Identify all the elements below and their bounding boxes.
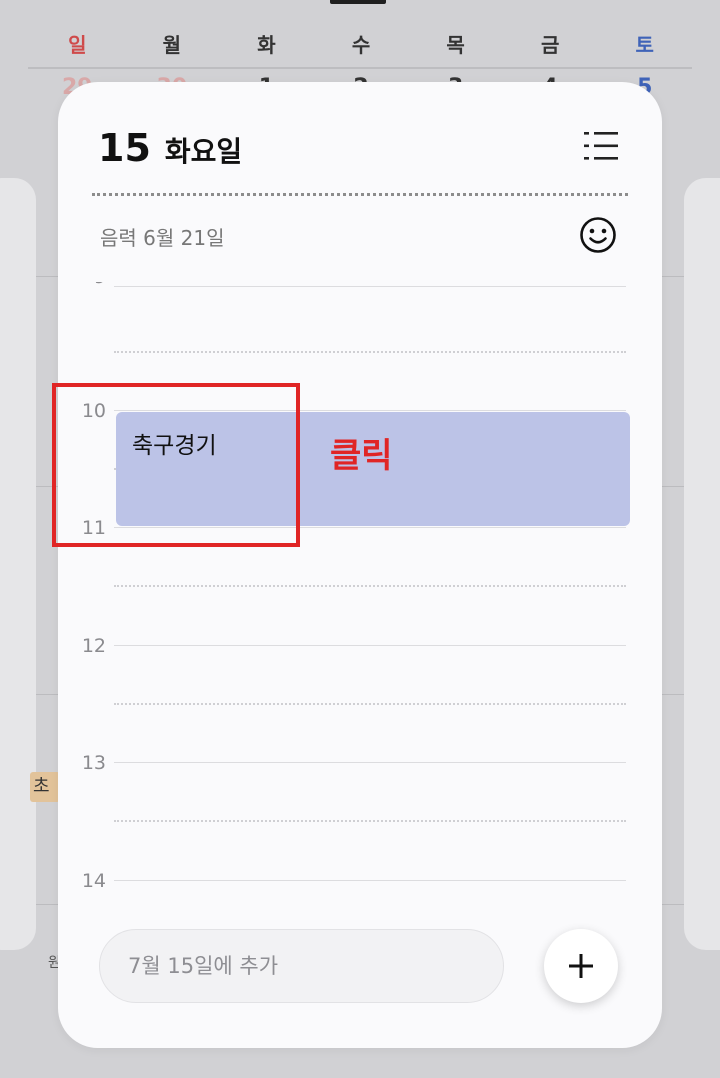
hour-line [114, 880, 626, 881]
date-number: 15 [98, 126, 151, 170]
plus-icon [569, 954, 593, 978]
hour-label: 14 [81, 870, 106, 892]
weekday-mon: 월 [162, 33, 182, 57]
weekday-tue: 화 [257, 33, 276, 57]
list-view-icon[interactable] [582, 130, 620, 162]
weekday-sun: 일 [68, 33, 87, 57]
add-event-button[interactable] [544, 929, 618, 1003]
lunar-date: 음력 6월 21일 [100, 226, 225, 250]
add-event-input[interactable] [99, 929, 504, 1003]
weekday-divider [28, 67, 692, 69]
next-day-card[interactable] [684, 178, 720, 950]
calendar-event-chip[interactable]: 초복 [30, 772, 60, 802]
half-hour-line [114, 820, 626, 822]
highlight-box [52, 383, 300, 547]
weekday-header: 일 월 화 수 목 금 토 [30, 30, 692, 68]
half-hour-line [114, 703, 626, 705]
weekday-fri: 금 [540, 33, 560, 57]
hour-label: 9 [80, 282, 106, 288]
hour-label: 12 [81, 635, 106, 657]
weekday-sat: 토 [635, 33, 654, 57]
prev-day-card[interactable] [0, 178, 36, 950]
hour-line [114, 762, 626, 763]
day-view-card: 15 화요일 음력 6월 21일 9 10 [58, 82, 662, 1048]
half-hour-line [114, 351, 626, 353]
day-timeline[interactable]: 9 10 11 12 13 14 [58, 282, 662, 922]
day-header: 15 화요일 [98, 126, 242, 176]
header-divider [92, 193, 628, 196]
date-weekday: 화요일 [164, 135, 243, 168]
month-title-fragment [330, 0, 386, 4]
hour-line [114, 286, 626, 287]
weekday-thu: 목 [446, 33, 465, 57]
weekday-wed: 수 [351, 33, 371, 57]
hour-label: 13 [81, 752, 106, 774]
hour-line [114, 645, 626, 646]
smile-emoji-icon[interactable] [578, 215, 618, 255]
half-hour-line [114, 585, 626, 587]
click-annotation: 클릭 [330, 436, 393, 476]
